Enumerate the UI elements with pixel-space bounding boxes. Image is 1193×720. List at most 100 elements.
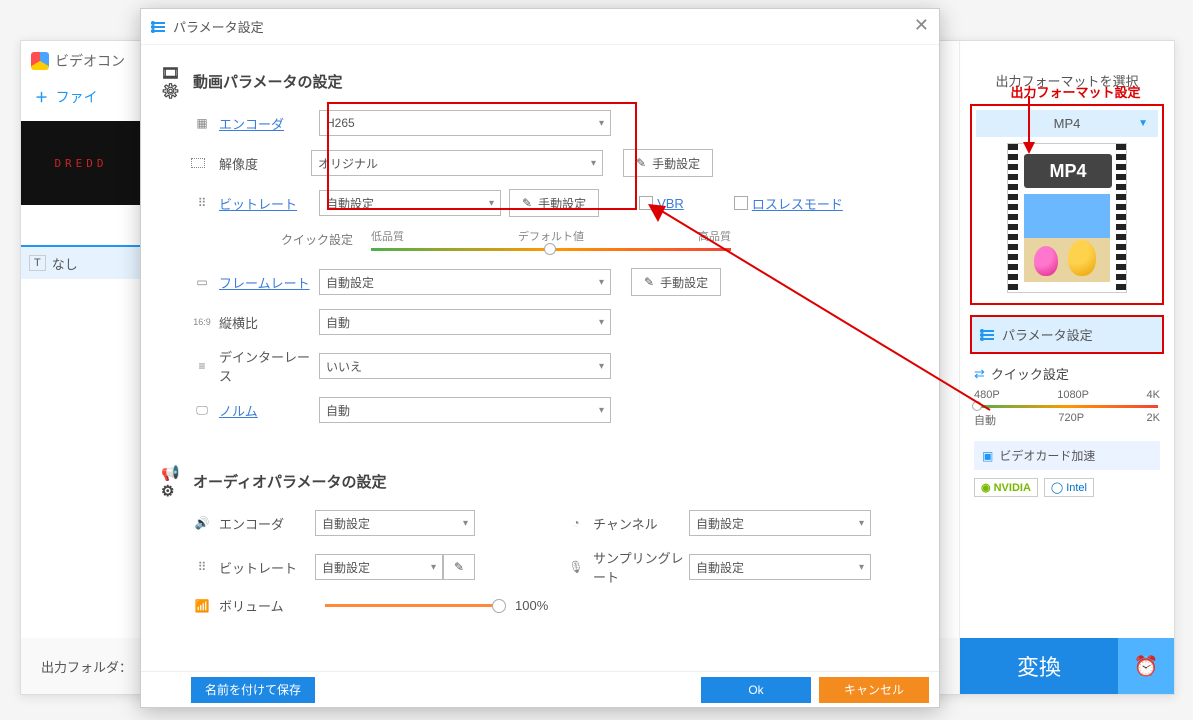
aspect-label: 縦横比	[219, 313, 319, 332]
quality-slider[interactable]: 低品質 デフォルト値 高品質	[371, 228, 671, 251]
scale-480p: 480P	[974, 389, 1000, 401]
quick-set-label: クイック設定	[281, 231, 371, 248]
row-audio-bitrate: ⠿ ビットレート 自動設定	[161, 548, 535, 586]
row-volume: 📶 ボリューム 100%	[161, 596, 909, 615]
bitrate-manual-button[interactable]: 手動設定	[509, 189, 599, 217]
row-norm: 🖵 ノルム 自動	[161, 395, 909, 425]
row-framerate: ▭ フレームレート 自動設定 手動設定	[161, 267, 909, 297]
bitrate-select[interactable]: 自動設定	[319, 190, 501, 216]
film-strip-icon	[1008, 144, 1018, 292]
convert-button[interactable]: 変換	[960, 638, 1118, 694]
deinterlace-select[interactable]: いいえ	[319, 353, 611, 379]
channel-select[interactable]: 自動設定	[689, 510, 871, 536]
deinterlace-label: デインターレース	[219, 347, 319, 385]
norm-select[interactable]: 自動	[319, 397, 611, 423]
scale-bar[interactable]	[976, 405, 1158, 408]
quality-knob[interactable]	[544, 243, 556, 255]
aspect-select[interactable]: 自動	[319, 309, 611, 335]
framerate-manual-button[interactable]: 手動設定	[631, 268, 721, 296]
quick-settings-header: ⇄ クイック設定	[974, 364, 1160, 383]
dialog-body: 🎞⚙ 動画パラメータの設定 ▦ エンコーダ H265 解像度 オリジナル 手動設…	[141, 45, 939, 665]
format-dropdown[interactable]: MP4 ▼	[976, 110, 1158, 137]
row-samplerate: 🎙 サンプリングレート 自動設定	[535, 548, 909, 586]
resolution-label: 解像度	[219, 154, 311, 173]
dialog-title: パラメータ設定	[173, 17, 264, 36]
framerate-select[interactable]: 自動設定	[319, 269, 611, 295]
scale-2k: 2K	[1147, 412, 1160, 428]
film-strip-icon	[1116, 144, 1126, 292]
chevron-down-icon: ▼	[1138, 118, 1148, 129]
q-low: 低品質	[371, 228, 404, 244]
save-as-button[interactable]: 名前を付けて保存	[191, 677, 315, 703]
pencil-icon	[454, 560, 464, 574]
mic-icon: 🎙	[565, 560, 587, 574]
volume-label: ボリューム	[219, 596, 315, 615]
volume-slider[interactable]	[325, 604, 505, 607]
samplerate-select[interactable]: 自動設定	[689, 554, 871, 580]
dialog-close-button[interactable]: ✕	[914, 15, 929, 36]
norm-icon: 🖵	[191, 403, 213, 418]
output-folder-label: 出力フォルダ：	[41, 657, 132, 676]
audio-encoder-select[interactable]: 自動設定	[315, 510, 475, 536]
dialog-titlebar: パラメータ設定 ✕	[141, 9, 939, 45]
cancel-button[interactable]: キャンセル	[819, 677, 929, 703]
dialog-footer: 名前を付けて保存 Ok キャンセル	[141, 671, 939, 707]
scale-1080p: 1080P	[1057, 389, 1089, 401]
parameter-settings-button[interactable]: パラメータ設定	[970, 315, 1164, 354]
add-file-button[interactable]: ファイ	[56, 89, 98, 105]
quick-settings: ⇄ クイック設定 480P 1080P 4K 自動 720P 2K	[974, 364, 1160, 429]
balloons-picture-icon	[1024, 194, 1110, 282]
deinterlace-icon: ≡	[191, 359, 213, 373]
vbr-label: VBR	[657, 196, 684, 211]
scale-720p: 720P	[1058, 412, 1084, 428]
chip-icon: ▣	[982, 449, 993, 463]
gpu-accel-button[interactable]: ▣ ビデオカード加速	[974, 441, 1160, 470]
quality-slider-row: クイック設定 低品質 デフォルト値 高品質	[161, 228, 909, 251]
gpu-chips: ◉NVIDIA ◯Intel	[974, 478, 1160, 497]
lossless-checkbox[interactable]	[734, 196, 748, 210]
sliders-icon	[151, 22, 165, 32]
row-resolution: 解像度 オリジナル 手動設定	[161, 148, 909, 178]
encoder-select[interactable]: H265	[319, 110, 611, 136]
samplerate-label: サンプリングレート	[593, 548, 689, 586]
param-settings-label: パラメータ設定	[1002, 325, 1093, 344]
row-aspect: 16:9 縦横比 自動	[161, 307, 909, 337]
alarm-button[interactable]: ⏰	[1118, 638, 1174, 694]
bitrate-label: ビットレート	[219, 194, 319, 213]
channel-icon: ◔	[565, 516, 587, 530]
volume-icon: 📶	[191, 599, 213, 613]
app-logo-icon	[31, 52, 49, 70]
video-thumbnail[interactable]: DREDD	[21, 121, 141, 205]
norm-label: ノルム	[219, 401, 319, 420]
subtitle-bar[interactable]: T なし	[21, 245, 141, 279]
pencil-icon	[636, 156, 646, 170]
thumb-title: DREDD	[54, 157, 107, 170]
ok-button[interactable]: Ok	[701, 677, 811, 703]
row-channel: ◔ チャンネル 自動設定	[535, 508, 909, 538]
row-deinterlace: ≡ デインターレース いいえ	[161, 347, 909, 385]
audio-bitrate-edit-button[interactable]	[443, 554, 475, 580]
intel-chip: ◯Intel	[1044, 478, 1094, 497]
scale-4k: 4K	[1147, 389, 1160, 401]
quick-settings-label: クイック設定	[991, 364, 1069, 383]
volume-value: 100%	[515, 598, 548, 613]
lossless-label: ロスレスモード	[752, 194, 843, 213]
encoder-icon: ▦	[191, 116, 213, 130]
vbr-checkbox[interactable]	[639, 196, 653, 210]
pencil-icon	[644, 275, 654, 289]
channel-label: チャンネル	[593, 514, 689, 533]
video-section-title: 動画パラメータの設定	[193, 71, 343, 92]
right-panel: 出力フォーマットを選択 MP4 ▼ MP4 パラメータ設定 ⇄ クイック設定	[959, 41, 1174, 694]
audio-bitrate-select[interactable]: 自動設定	[315, 554, 443, 580]
resolution-manual-button[interactable]: 手動設定	[623, 149, 713, 177]
framerate-icon: ▭	[191, 275, 213, 289]
scale-knob[interactable]	[972, 401, 982, 411]
subtitle-t-icon: T	[29, 255, 46, 271]
resolution-scale[interactable]: 480P 1080P 4K 自動 720P 2K	[974, 389, 1160, 429]
app-title: ビデオコン	[55, 51, 125, 71]
resolution-select[interactable]: オリジナル	[311, 150, 603, 176]
row-encoder: ▦ エンコーダ H265	[161, 108, 909, 138]
speaker-icon: 🔊	[191, 516, 213, 530]
audio-section-header: 📢⚙ オーディオパラメータの設定	[161, 471, 909, 492]
plus-icon: ＋	[35, 90, 48, 105]
